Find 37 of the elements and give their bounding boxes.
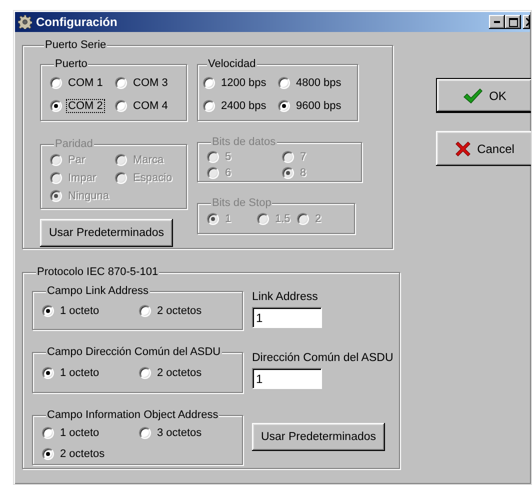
radio-button[interactable]: 2400 bps: [203, 100, 268, 112]
group-title: Campo Link Address: [46, 285, 150, 298]
radio-button[interactable]: 2 octetos: [139, 305, 203, 317]
radio-button[interactable]: 2 octetos: [139, 367, 203, 379]
radio-button[interactable]: COM 4: [115, 100, 169, 112]
maximize-icon: [508, 18, 518, 26]
gear-icon: [18, 15, 32, 29]
text-field[interactable]: 1: [252, 307, 322, 328]
group-title: Bits de Stop: [211, 197, 272, 210]
ok-button[interactable]: OK: [436, 78, 531, 113]
close-icon: [526, 18, 530, 26]
defaults-button[interactable]: Usar Predeterminados: [40, 219, 173, 247]
radio-button[interactable]: COM 3: [115, 76, 169, 88]
radio-button[interactable]: 2 octetos: [42, 448, 106, 460]
radio-button[interactable]: COM 1: [50, 76, 104, 88]
radio-button[interactable]: 3 octetos: [139, 426, 203, 438]
defaults-button[interactable]: Usar Predeterminados: [252, 423, 385, 451]
radio-button[interactable]: 1200 bps: [203, 76, 268, 88]
radio-button[interactable]: COM 2: [50, 100, 104, 112]
check-icon: [463, 88, 484, 104]
minimize-button[interactable]: [489, 15, 505, 29]
radio-button[interactable]: 1 octeto: [42, 305, 100, 317]
maximize-button[interactable]: [505, 15, 521, 29]
radio-button[interactable]: 1 octeto: [42, 367, 100, 379]
window-title: Configuración: [36, 15, 118, 29]
field-label: Link Address: [252, 291, 319, 303]
group-title: Campo Dirección Común del ASDU: [46, 346, 222, 359]
text-field[interactable]: 1: [252, 368, 322, 389]
cancel-button[interactable]: Cancel: [436, 131, 531, 166]
radio-button[interactable]: 4800 bps: [278, 76, 342, 88]
group-title: Campo Information Object Address: [46, 409, 220, 422]
minimize-icon: [494, 21, 500, 23]
cross-icon: [455, 140, 472, 156]
radio-button[interactable]: 1 octeto: [42, 426, 100, 438]
field-label: Dirección Común del ASDU: [252, 352, 394, 364]
close-button[interactable]: [523, 15, 530, 29]
radio-button[interactable]: 9600 bps: [278, 100, 342, 112]
